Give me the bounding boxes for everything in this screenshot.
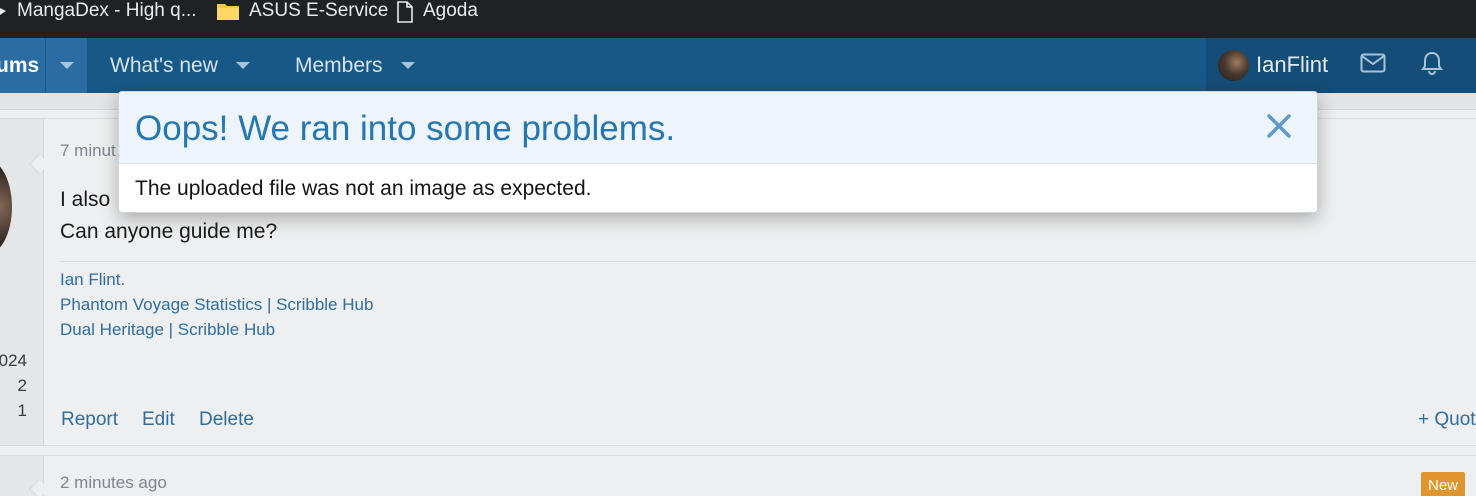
bookmark-mangadex[interactable]: MangaDex - High q...	[0, 0, 197, 22]
post-avatar[interactable]	[0, 159, 12, 255]
nav-tab-label: What's new	[110, 53, 218, 77]
user-stat-joined: 024	[0, 351, 27, 370]
bookmark-agoda[interactable]: Agoda	[396, 0, 478, 23]
post-timestamp[interactable]: 7 minut	[60, 141, 116, 161]
user-stat-reactions: 1	[17, 401, 27, 420]
nav-tab-members[interactable]: Members	[295, 38, 415, 93]
envelope-icon	[1360, 53, 1386, 78]
forum-nav: ums What's new Members IanFlint	[0, 38, 1476, 93]
user-nav: IanFlint	[1206, 38, 1476, 93]
post-body-line: Can anyone guide me?	[60, 220, 278, 243]
post-body-line: I also	[60, 188, 111, 211]
chevron-down-icon[interactable]	[235, 62, 250, 69]
alerts-button[interactable]	[1403, 38, 1461, 93]
signature-divider	[60, 261, 1476, 262]
bell-icon	[1421, 51, 1443, 80]
signature-link[interactable]: Phantom Voyage Statistics | Scribble Hub	[60, 295, 373, 315]
folder-icon	[216, 1, 240, 21]
nav-tab-whats-new[interactable]: What's new	[110, 38, 250, 93]
post-timestamp[interactable]: 2 minutes ago	[60, 473, 167, 493]
message-post-next: 2 minutes ago New	[0, 455, 1476, 496]
delete-button[interactable]: Delete	[199, 409, 254, 431]
mangadex-icon	[0, 1, 8, 21]
forums-dropdown-toggle[interactable]	[45, 38, 87, 93]
bookmark-asus-e-service[interactable]: ASUS E-Service	[216, 0, 388, 22]
bookmark-label: ASUS E-Service	[249, 0, 389, 21]
bookmarks-bar: MangaDex - High q... ASUS E-Service Agod…	[0, 0, 1476, 38]
close-icon	[1266, 113, 1292, 144]
modal-title: Oops! We ran into some problems.	[135, 109, 676, 148]
new-badge: New	[1421, 472, 1465, 496]
signature-link[interactable]: Dual Heritage | Scribble Hub	[60, 320, 275, 340]
modal-header: Oops! We ran into some problems.	[119, 92, 1317, 164]
signature-link[interactable]: Ian Flint.	[60, 270, 125, 290]
inbox-button[interactable]	[1344, 38, 1402, 93]
edit-button[interactable]: Edit	[142, 409, 175, 431]
nav-tab-forums-label: ums	[0, 53, 40, 77]
nav-tab-forums[interactable]: ums	[0, 38, 87, 93]
chevron-down-icon[interactable]	[400, 62, 415, 69]
error-modal: Oops! We ran into some problems. The upl…	[118, 91, 1318, 213]
nav-tab-label: Members	[295, 53, 383, 77]
avatar[interactable]	[1218, 50, 1249, 81]
modal-message: The uploaded file was not an image as ex…	[135, 177, 592, 200]
chevron-down-icon	[59, 62, 74, 69]
page-icon	[396, 1, 414, 23]
username-link[interactable]: IanFlint	[1256, 52, 1328, 78]
report-button[interactable]: Report	[61, 409, 118, 431]
close-button[interactable]	[1259, 106, 1299, 150]
bookmark-label: Agoda	[423, 0, 478, 21]
bookmark-label: MangaDex - High q...	[17, 0, 197, 21]
quote-button[interactable]: + Quot	[1418, 409, 1476, 431]
user-stat-messages: 2	[17, 376, 27, 395]
